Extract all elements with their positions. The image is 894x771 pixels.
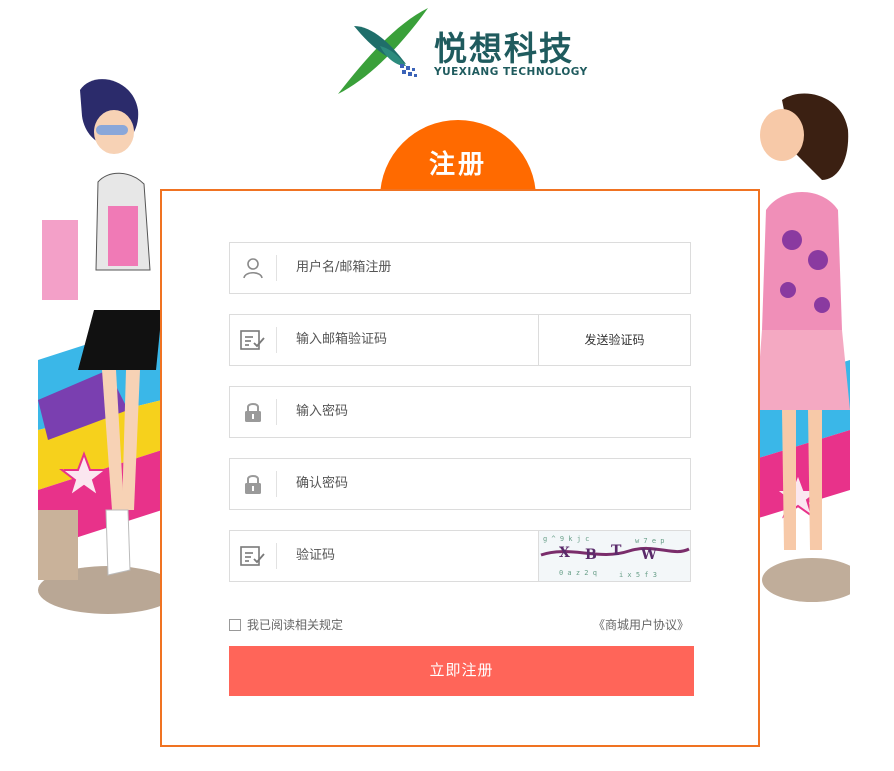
field-separator [276,471,277,497]
register-form-card: 用户名/邮箱注册 输入邮箱验证码 发送验证码 输入密码 确认密码 验证码 g ^… [160,189,760,747]
svg-text:i x 5 f 3: i x 5 f 3 [619,571,657,579]
x-leaf-logo-icon [338,8,428,94]
register-tab-label: 注册 [428,150,487,180]
lock-icon [230,459,276,509]
svg-text:T: T [611,543,622,559]
svg-text:X: X [559,545,570,561]
password-input[interactable]: 输入密码 [296,387,348,437]
register-submit-button[interactable]: 立即注册 [229,646,694,696]
svg-text:W: W [640,547,657,563]
svg-text:g ^ 9 k j c: g ^ 9 k j c [543,535,589,543]
register-tab: 注册 [380,120,536,200]
captcha-input[interactable]: 验证码 [296,531,335,581]
email-code-field[interactable]: 输入邮箱验证码 发送验证码 [229,314,691,366]
verify-icon [230,531,276,581]
field-separator [276,543,277,569]
brand-logo: 悦想科技 YUEXIANG TECHNOLOGY [336,6,596,96]
captcha-image[interactable]: g ^ 9 k j c 0 a z 2 q w 7 e p i x 5 f 3 XB… [538,531,690,581]
svg-text:0 a z 2 q: 0 a z 2 q [559,569,597,577]
email-code-input[interactable]: 输入邮箱验证码 [296,315,387,365]
password-field[interactable]: 输入密码 [229,386,691,438]
confirm-password-field[interactable]: 确认密码 [229,458,691,510]
agree-checkbox[interactable] [229,618,241,631]
send-code-button[interactable]: 发送验证码 [538,315,690,365]
confirm-password-input[interactable]: 确认密码 [296,459,348,509]
brand-name: 悦想科技 [434,29,574,68]
verify-icon [230,315,276,365]
field-separator [276,327,277,353]
agree-label: 我已阅读相关规定 [247,618,344,632]
svg-text:B: B [585,547,597,563]
user-agreement-link[interactable]: 《商城用户协议》 [593,616,689,633]
lock-icon [230,387,276,437]
user-icon [230,243,276,293]
right-fashion-illustration [752,90,850,630]
username-input[interactable]: 用户名/邮箱注册 [296,243,391,293]
agree-checkbox-row[interactable]: 我已阅读相关规定 [229,616,343,633]
brand-name-english: YUEXIANG TECHNOLOGY [434,66,588,78]
svg-text:w 7 e p: w 7 e p [635,537,665,545]
field-separator [276,399,277,425]
captcha-field[interactable]: 验证码 g ^ 9 k j c 0 a z 2 q w 7 e p i x 5 f … [229,530,691,582]
field-separator [276,255,277,281]
left-fashion-illustration [38,70,162,630]
username-field[interactable]: 用户名/邮箱注册 [229,242,691,294]
